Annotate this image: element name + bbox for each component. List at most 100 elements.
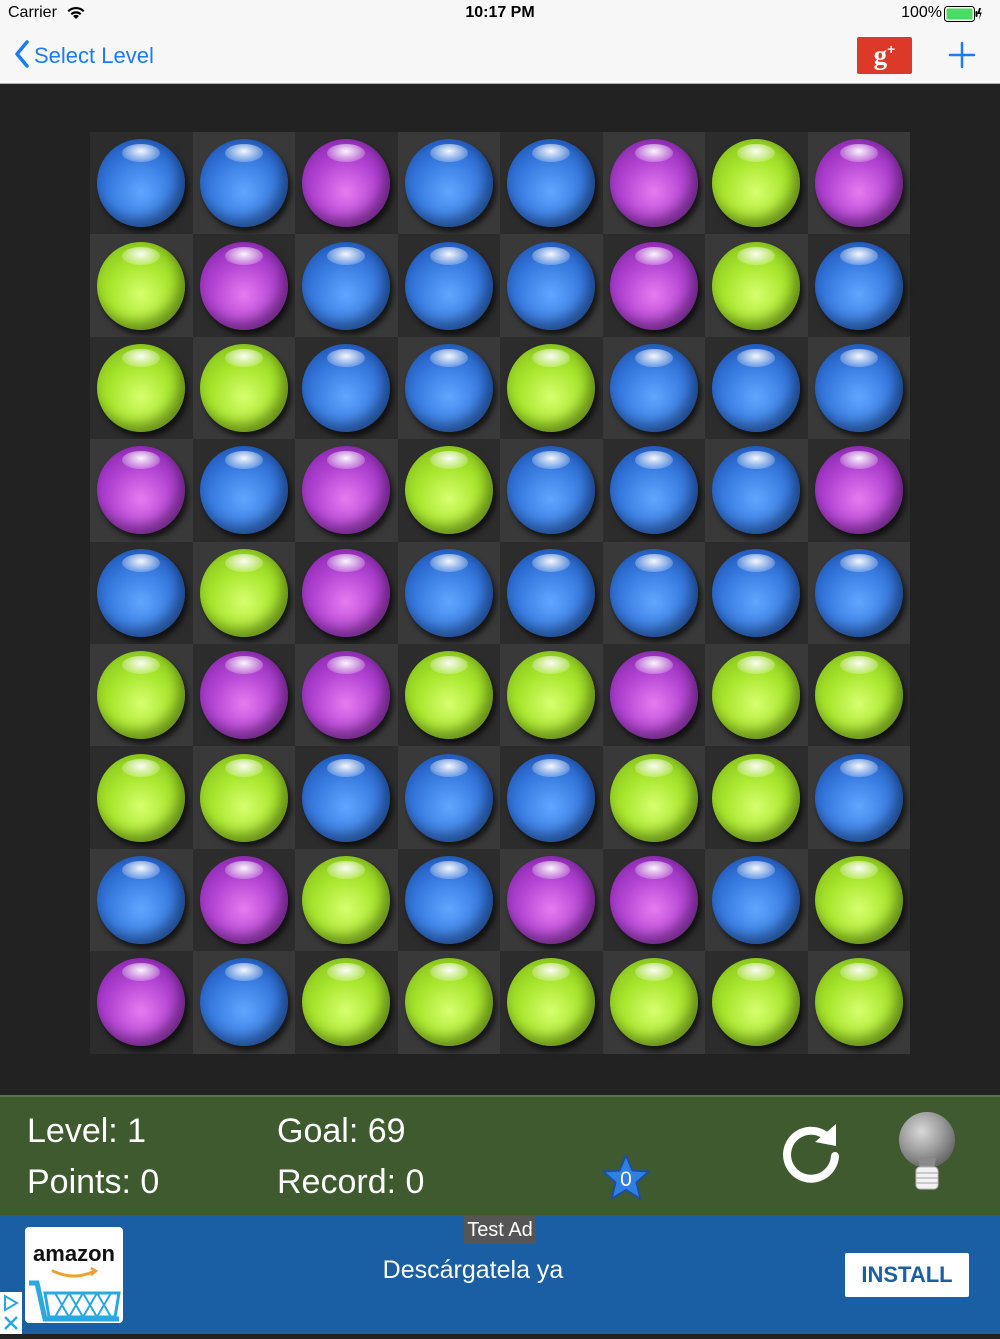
green-ball[interactable] — [97, 343, 186, 432]
blue-ball[interactable] — [814, 753, 903, 842]
blue-ball[interactable] — [404, 855, 493, 944]
green-ball[interactable] — [814, 958, 903, 1047]
green-ball[interactable] — [404, 446, 493, 535]
blue-ball[interactable] — [609, 548, 698, 637]
blue-ball[interactable] — [404, 753, 493, 842]
green-ball[interactable] — [199, 753, 288, 842]
blue-ball[interactable] — [712, 855, 801, 944]
green-ball[interactable] — [712, 241, 801, 330]
hint-button[interactable] — [897, 1110, 957, 1192]
blue-ball[interactable] — [814, 343, 903, 432]
green-ball[interactable] — [712, 139, 801, 228]
blue-ball[interactable] — [507, 241, 596, 330]
blue-ball[interactable] — [507, 753, 596, 842]
google-plus-letter: g — [873, 40, 888, 70]
blue-ball[interactable] — [404, 548, 493, 637]
board-cell — [295, 336, 398, 440]
board-cell — [90, 541, 193, 644]
purple-ball[interactable] — [199, 651, 288, 740]
green-ball[interactable] — [404, 651, 493, 740]
restart-button[interactable] — [778, 1118, 844, 1184]
blue-ball[interactable] — [507, 548, 596, 637]
board-cell — [705, 234, 808, 337]
purple-ball[interactable] — [199, 241, 288, 330]
top-bar: Carrier 10:17 PM 100% Select Level g+ — [0, 0, 1000, 84]
purple-ball[interactable] — [814, 139, 903, 228]
board-cell — [397, 132, 500, 235]
purple-ball[interactable] — [302, 651, 391, 740]
green-ball[interactable] — [507, 651, 596, 740]
green-ball[interactable] — [97, 651, 186, 740]
green-ball[interactable] — [97, 753, 186, 842]
green-ball[interactable] — [302, 855, 391, 944]
green-ball[interactable] — [404, 958, 493, 1047]
blue-ball[interactable] — [507, 446, 596, 535]
green-ball[interactable] — [97, 241, 186, 330]
green-ball[interactable] — [712, 651, 801, 740]
blue-ball[interactable] — [609, 343, 698, 432]
board-cell — [705, 336, 808, 440]
blue-ball[interactable] — [97, 855, 186, 944]
purple-ball[interactable] — [609, 651, 698, 740]
purple-ball[interactable] — [199, 855, 288, 944]
green-ball[interactable] — [609, 753, 698, 842]
blue-ball[interactable] — [404, 343, 493, 432]
purple-ball[interactable] — [609, 241, 698, 330]
blue-ball[interactable] — [609, 446, 698, 535]
blue-ball[interactable] — [199, 139, 288, 228]
blue-ball[interactable] — [302, 241, 391, 330]
blue-ball[interactable] — [814, 548, 903, 637]
amazon-logo[interactable]: amazon — [25, 1227, 123, 1323]
board-cell — [705, 643, 808, 747]
blue-ball[interactable] — [199, 958, 288, 1047]
ad-headline[interactable]: Descárgatela ya — [290, 1256, 656, 1285]
green-ball[interactable] — [609, 958, 698, 1047]
board-cell — [90, 643, 193, 747]
clock-label: 10:17 PM — [465, 4, 535, 21]
purple-ball[interactable] — [814, 446, 903, 535]
back-button-label: Select Level — [34, 43, 154, 68]
purple-ball[interactable] — [302, 446, 391, 535]
green-ball[interactable] — [199, 343, 288, 432]
back-button[interactable]: Select Level — [14, 39, 154, 72]
star-count: 0 — [620, 1168, 632, 1191]
google-plus-button[interactable]: g+ — [857, 37, 912, 74]
green-ball[interactable] — [712, 753, 801, 842]
board-cell — [192, 336, 295, 440]
purple-ball[interactable] — [507, 855, 596, 944]
green-ball[interactable] — [507, 958, 596, 1047]
purple-ball[interactable] — [609, 139, 698, 228]
green-ball[interactable] — [712, 958, 801, 1047]
board-cell — [807, 439, 910, 542]
green-ball[interactable] — [199, 548, 288, 637]
purple-ball[interactable] — [97, 446, 186, 535]
board-cell — [807, 643, 910, 747]
add-button[interactable] — [947, 40, 977, 70]
green-ball[interactable] — [507, 343, 596, 432]
purple-ball[interactable] — [302, 139, 391, 228]
board-cell — [295, 132, 398, 235]
blue-ball[interactable] — [302, 753, 391, 842]
purple-ball[interactable] — [609, 855, 698, 944]
board-cell — [192, 643, 295, 747]
purple-ball[interactable] — [302, 548, 391, 637]
green-ball[interactable] — [814, 651, 903, 740]
blue-ball[interactable] — [199, 446, 288, 535]
blue-ball[interactable] — [712, 343, 801, 432]
blue-ball[interactable] — [404, 241, 493, 330]
blue-ball[interactable] — [814, 241, 903, 330]
blue-ball[interactable] — [712, 548, 801, 637]
blue-ball[interactable] — [712, 446, 801, 535]
board-cell — [295, 439, 398, 542]
adchoices-icon[interactable] — [0, 1292, 22, 1334]
record-label: Record: 0 — [277, 1163, 425, 1201]
blue-ball[interactable] — [302, 343, 391, 432]
blue-ball[interactable] — [404, 139, 493, 228]
purple-ball[interactable] — [97, 958, 186, 1047]
blue-ball[interactable] — [97, 548, 186, 637]
blue-ball[interactable] — [97, 139, 186, 228]
blue-ball[interactable] — [507, 139, 596, 228]
install-button[interactable]: INSTALL — [845, 1253, 969, 1297]
green-ball[interactable] — [814, 855, 903, 944]
green-ball[interactable] — [302, 958, 391, 1047]
